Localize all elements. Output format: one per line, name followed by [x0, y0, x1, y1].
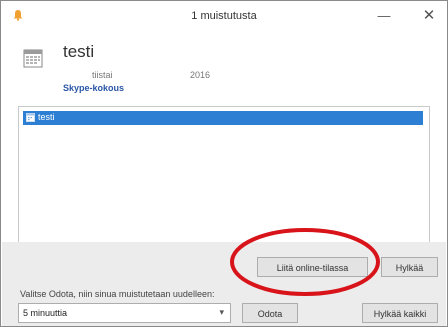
minimize-button[interactable]: —	[373, 7, 395, 25]
dismiss-all-button[interactable]: Hylkää kaikki	[362, 303, 438, 323]
snooze-dropdown[interactable]: 5 minuuttia ▾	[18, 303, 231, 323]
reminder-location: Skype-kokous	[63, 83, 125, 93]
reminder-year: 2016	[190, 70, 211, 80]
appointment-icon	[26, 113, 35, 122]
list-item-label: testi	[38, 112, 55, 122]
snooze-selected-value: 5 minuuttia	[23, 308, 68, 318]
dismiss-button[interactable]: Hylkää	[381, 257, 438, 277]
calendar-icon	[23, 49, 43, 68]
close-button[interactable]: ✕	[418, 6, 440, 26]
reminder-list[interactable]: testi	[18, 106, 430, 243]
chevron-down-icon[interactable]: ▾	[219, 307, 224, 318]
reminder-subject: testi	[63, 42, 95, 61]
reminder-weekday: tiistai	[92, 70, 113, 80]
join-online-button[interactable]: Liitä online-tilassa	[257, 257, 368, 277]
snooze-hint: Valitse Odota, niin sinua muistutetaan u…	[20, 289, 215, 299]
snooze-button[interactable]: Odota	[242, 303, 298, 323]
list-item[interactable]: testi	[23, 111, 423, 125]
reminder-window: 1 muistutusta — ✕ testi tiistai 2016 Sky…	[0, 0, 448, 327]
title-bar[interactable]: 1 muistutusta — ✕	[1, 1, 447, 31]
